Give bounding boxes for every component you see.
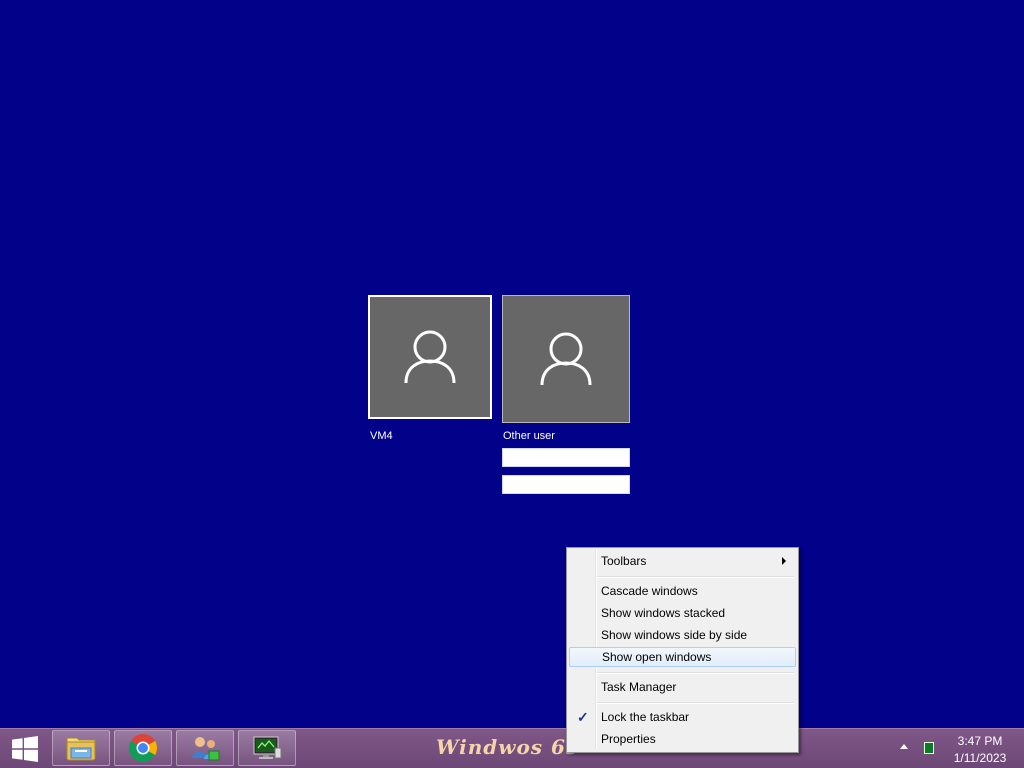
submenu-arrow-icon (782, 557, 786, 565)
menu-separator (597, 576, 794, 578)
monitor-icon (253, 736, 282, 759)
menu-item-show-windows-stacked[interactable]: Show windows stacked (569, 603, 796, 623)
user-tile-vm4[interactable] (368, 295, 492, 419)
menu-item-label: Show windows stacked (601, 606, 726, 620)
menu-item-label: Toolbars (601, 554, 647, 568)
user-icon (540, 332, 592, 386)
users-network-icon (192, 737, 220, 761)
taskbar-chrome[interactable] (114, 730, 172, 766)
menu-item-task-manager[interactable]: Task Manager (569, 677, 796, 697)
taskbar-network-users[interactable] (176, 730, 234, 766)
clock-time[interactable]: 3:47 PM (945, 734, 1015, 748)
menu-item-cascade-windows[interactable]: Cascade windows (569, 581, 796, 601)
username-field[interactable] (502, 448, 630, 467)
menu-item-properties[interactable]: Properties (569, 729, 796, 749)
windows-logo-icon (12, 735, 38, 762)
menu-item-lock-the-taskbar[interactable]: ✓ Lock the taskbar (569, 707, 796, 727)
chrome-icon (129, 734, 157, 762)
taskbar-file-explorer[interactable] (52, 730, 110, 766)
user-tile-other-user[interactable] (502, 295, 630, 423)
user-icon (404, 330, 456, 384)
menu-separator (597, 702, 794, 704)
menu-item-show-windows-side-by-side[interactable]: Show windows side by side (569, 625, 796, 645)
taskbar-brand-text: Windwos 69 (436, 735, 581, 759)
user-name-other-user: Other user (503, 430, 555, 442)
checkmark-icon: ✓ (577, 709, 589, 725)
menu-item-toolbars[interactable]: Toolbars (569, 551, 796, 571)
taskbar: Windwos 69 3:47 PM 1/11/2023 (0, 728, 1024, 768)
menu-item-label: Properties (601, 732, 656, 746)
network-status-icon[interactable] (924, 742, 934, 754)
menu-item-label: Show windows side by side (601, 628, 748, 642)
start-button[interactable] (0, 729, 50, 768)
password-field[interactable] (502, 475, 630, 494)
menu-item-label: Lock the taskbar (601, 710, 690, 724)
taskbar-remote-desktop[interactable] (238, 730, 296, 766)
menu-item-label: Task Manager (601, 680, 677, 694)
show-hidden-icons-arrow-icon[interactable] (900, 744, 908, 749)
menu-item-show-open-windows[interactable]: Show open windows (569, 647, 796, 667)
user-name-vm4: VM4 (370, 430, 393, 442)
clock-date[interactable]: 1/11/2023 (945, 751, 1015, 765)
folder-icon (66, 737, 96, 761)
menu-separator (597, 672, 794, 674)
taskbar-context-menu: Toolbars Cascade windows Show windows st… (566, 547, 799, 753)
menu-item-label: Show open windows (602, 650, 712, 664)
menu-item-label: Cascade windows (601, 584, 698, 598)
